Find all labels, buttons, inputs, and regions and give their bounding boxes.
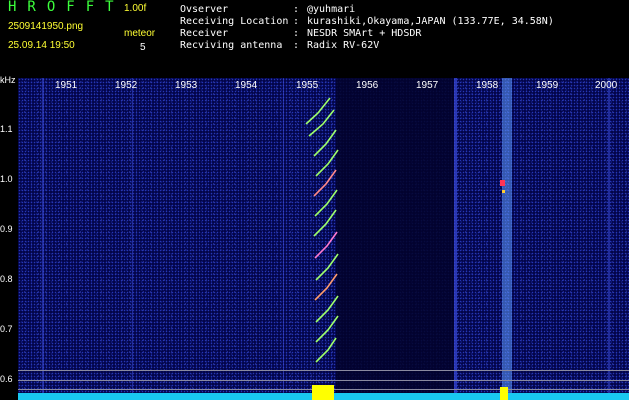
x-tick-label: 1959 [536, 80, 559, 91]
y-tick-label: 1.1 [0, 124, 13, 134]
y-tick-label: 0.6 [0, 374, 13, 384]
app-title: HROFFT [8, 0, 125, 15]
meta-sep: : [293, 28, 300, 39]
meta-key-receiver: Receiver [180, 28, 229, 39]
meteor-label: meteor [124, 28, 156, 39]
meta-value-receiver: NESDR SMArt + HDSDR [307, 28, 422, 39]
x-tick-label: 2000 [595, 80, 618, 91]
spectrogram [18, 78, 629, 400]
y-axis-unit: kHz [0, 75, 16, 85]
x-tick-label: 1953 [175, 80, 198, 91]
x-tick-label: 1957 [416, 80, 439, 91]
x-tick-label: 1956 [356, 80, 379, 91]
file-datetime: 25.09.14 19:50 [8, 40, 75, 51]
meta-value-location: kurashiki,Okayama,JAPAN (133.77E, 34.58N… [307, 16, 554, 27]
y-tick-label: 0.7 [0, 324, 13, 334]
meteor-burst [500, 387, 508, 400]
app-version: 1.00f [124, 3, 147, 14]
y-tick-label: 1.0 [0, 174, 13, 184]
meta-key-location: Receiving Location [180, 16, 289, 27]
file-name: 2509141950.png [8, 21, 84, 32]
threshold-line [18, 380, 629, 381]
meta-sep: : [293, 16, 300, 27]
y-tick-label: 0.8 [0, 274, 13, 284]
meta-key-antenna: Recviving antenna [180, 40, 283, 51]
meteor-echoes [305, 97, 505, 363]
y-tick-label: 0.9 [0, 224, 13, 234]
x-tick-label: 1958 [476, 80, 499, 91]
meta-value-observer: @yuhmari [307, 4, 356, 15]
threshold-line [18, 370, 629, 371]
meta-key-observer: Ovserver [180, 4, 229, 15]
x-tick-label: 1955 [296, 80, 319, 91]
x-tick-label: 1954 [235, 80, 258, 91]
meteor-count: 5 [140, 42, 146, 53]
echo-peak [500, 180, 505, 186]
x-tick-label: 1952 [115, 80, 138, 91]
meta-sep: : [293, 4, 300, 15]
x-tick-label: 1951 [55, 80, 78, 91]
y-axis-strip [0, 210, 18, 400]
meteor-burst [312, 385, 334, 400]
meta-sep: : [293, 40, 300, 51]
header: HROFFT 1.00f 2509141950.png 25.09.14 19:… [0, 0, 629, 78]
meta-value-antenna: Radix RV-62V [307, 40, 380, 51]
